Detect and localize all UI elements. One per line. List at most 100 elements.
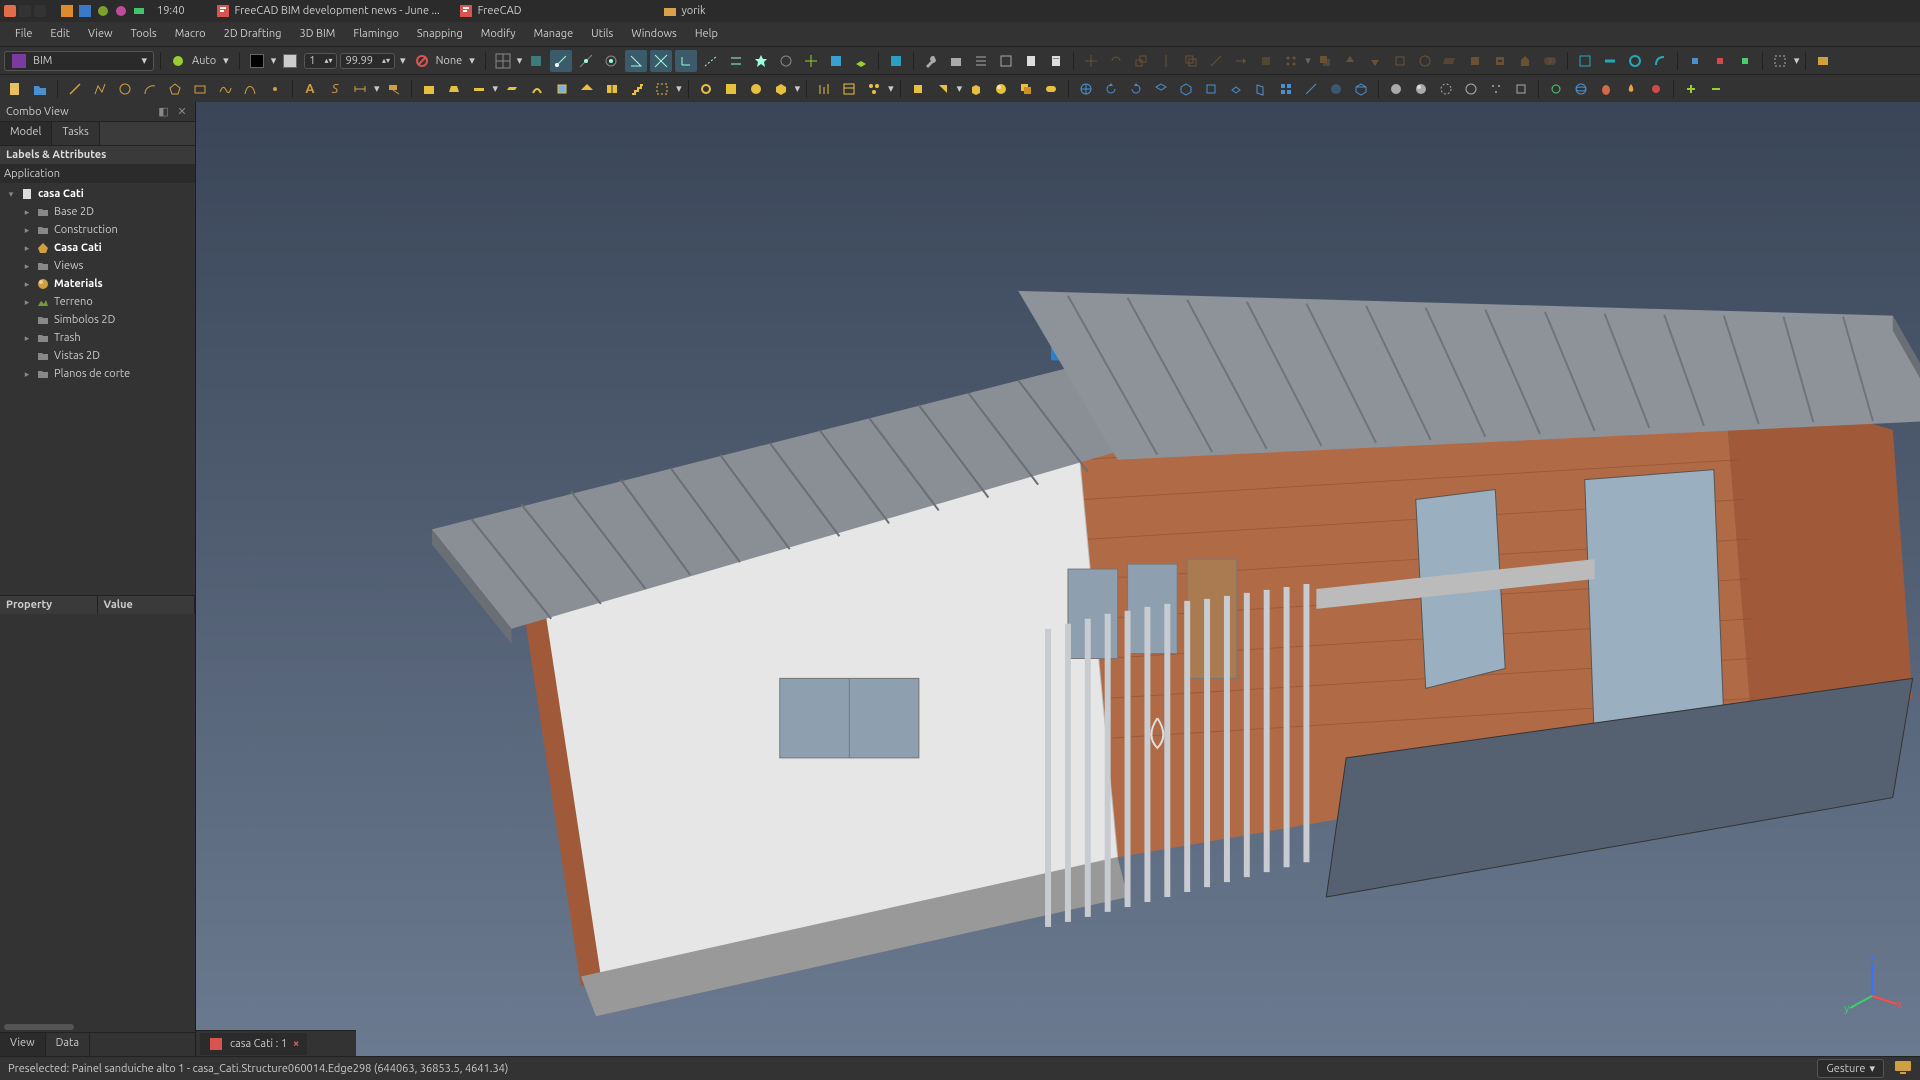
record-icon[interactable] (1645, 78, 1667, 100)
snap-extension-icon[interactable] (700, 50, 722, 72)
snap-wp-icon[interactable] (850, 50, 872, 72)
view-rotate-left-icon[interactable] (1100, 78, 1122, 100)
tree-row[interactable]: ▾casa Cati (0, 185, 195, 203)
tree-row[interactable]: Simbolos 2D (0, 311, 195, 329)
tab-data[interactable]: Data (46, 1033, 90, 1056)
tab-tasks[interactable]: Tasks (52, 122, 99, 145)
view-wireframe-icon[interactable] (1350, 78, 1372, 100)
workbench-select[interactable]: BIM ▾ (4, 51, 154, 71)
wm-min-icon[interactable] (19, 5, 31, 17)
view-rotate-right-icon[interactable] (1125, 78, 1147, 100)
menu-help[interactable]: Help (686, 25, 727, 43)
menu-flamingo[interactable]: Flamingo (344, 25, 408, 43)
move-icon[interactable] (1080, 50, 1102, 72)
group-icon[interactable] (1769, 50, 1791, 72)
mirror-icon[interactable] (1155, 50, 1177, 72)
tree-row[interactable]: ▸Materials (0, 275, 195, 293)
draft-point-icon[interactable] (264, 78, 286, 100)
draft-bspline-icon[interactable] (214, 78, 236, 100)
globe-icon[interactable] (1570, 78, 1592, 100)
snap-midpoint-icon[interactable] (575, 50, 597, 72)
bim-copy-icon[interactable] (1015, 78, 1037, 100)
stretch-icon[interactable] (1255, 50, 1277, 72)
bim-material-icon[interactable] (990, 78, 1012, 100)
downgrade-icon[interactable] (1364, 50, 1386, 72)
flamingo-turn-icon[interactable] (1649, 50, 1671, 72)
snap-endpoint-icon[interactable] (550, 50, 572, 72)
clone-icon[interactable] (1314, 50, 1336, 72)
transparency-stepper[interactable]: 99.99▴▾ (340, 53, 395, 69)
viewport-3d[interactable]: z x y casa Cati : 1 × (196, 102, 1920, 1056)
flame-icon[interactable] (1620, 78, 1642, 100)
bug-icon[interactable] (1595, 78, 1617, 100)
view-hidden-icon[interactable] (1435, 78, 1457, 100)
expand-arrow-icon[interactable]: ▸ (22, 225, 32, 236)
axis-gizmo[interactable]: z x y (1842, 956, 1902, 1016)
tray-icon[interactable] (95, 3, 111, 19)
wrench-icon[interactable] (920, 50, 942, 72)
bim-project-icon[interactable] (418, 78, 440, 100)
bim-slab-icon[interactable] (501, 78, 523, 100)
bim-survey-icon[interactable] (813, 78, 835, 100)
snap-perpendicular-icon[interactable] (675, 50, 697, 72)
flamingo-frame-icon[interactable] (1574, 50, 1596, 72)
draft-label-icon[interactable] (383, 78, 405, 100)
expand-arrow-icon[interactable]: ▸ (22, 243, 32, 254)
diff-icon[interactable] (1539, 50, 1561, 72)
expand-arrow-icon[interactable]: ▸ (22, 279, 32, 290)
snap-dimensions-icon[interactable] (825, 50, 847, 72)
menu-snapping[interactable]: Snapping (408, 25, 472, 43)
flamingo-pipe-icon[interactable] (1624, 50, 1646, 72)
bim-site-icon[interactable] (443, 78, 465, 100)
wp-top-icon[interactable] (1684, 50, 1706, 72)
draft2sketch-icon[interactable] (1414, 50, 1436, 72)
scrollbar[interactable] (0, 1022, 195, 1032)
fullscreen-icon[interactable] (1812, 50, 1834, 72)
bim-box-icon[interactable] (965, 78, 987, 100)
tray-icon[interactable] (77, 3, 93, 19)
doc2-icon[interactable] (1045, 50, 1067, 72)
doc-tab[interactable]: casa Cati : 1 × (200, 1033, 307, 1055)
tree-row[interactable]: ▸Base 2D (0, 203, 195, 221)
draft-polygon-icon[interactable] (164, 78, 186, 100)
panel-float-icon[interactable]: ◧ (156, 105, 170, 119)
snap-grid-icon[interactable] (492, 50, 514, 72)
menu-2d-drafting[interactable]: 2D Drafting (215, 25, 291, 43)
chevron-down-icon[interactable]: ▾ (1305, 54, 1311, 67)
bim-section-icon[interactable] (907, 78, 929, 100)
tree-row[interactable]: ▸Terreno (0, 293, 195, 311)
scale-icon[interactable] (1130, 50, 1152, 72)
zoom-in-icon[interactable] (1680, 78, 1702, 100)
bim-component-icon[interactable] (770, 78, 792, 100)
chevron-down-icon[interactable]: ▾ (676, 82, 682, 95)
bim-window-icon[interactable] (551, 78, 573, 100)
cut-plane-icon[interactable] (1439, 50, 1461, 72)
chevron-down-icon[interactable]: ▾ (465, 54, 479, 67)
tray-icon[interactable] (131, 3, 147, 19)
add-icon[interactable] (1464, 50, 1486, 72)
chevron-down-icon[interactable]: ▾ (271, 54, 277, 67)
offset-icon[interactable] (1180, 50, 1202, 72)
draft-rectangle-icon[interactable] (189, 78, 211, 100)
doc-icon[interactable] (1020, 50, 1042, 72)
draft-bezier-icon[interactable] (239, 78, 261, 100)
tray-icon[interactable] (59, 3, 75, 19)
tree-row[interactable]: ▸Views (0, 257, 195, 275)
chevron-down-icon[interactable]: ▾ (374, 82, 380, 95)
snap-near-icon[interactable] (775, 50, 797, 72)
chevron-down-icon[interactable]: ▾ (219, 54, 233, 67)
expand-arrow-icon[interactable]: ▸ (22, 261, 32, 272)
expand-arrow-icon[interactable]: ▸ (22, 369, 32, 380)
snap-ortho-icon[interactable] (800, 50, 822, 72)
tree-row[interactable]: Vistas 2D (0, 347, 195, 365)
menu-edit[interactable]: Edit (41, 25, 79, 43)
menu-view[interactable]: View (79, 25, 122, 43)
bim-frame-icon[interactable] (720, 78, 742, 100)
panel-close-icon[interactable]: ✕ (175, 105, 189, 119)
bim-section2-icon[interactable] (932, 78, 954, 100)
bim-toggle-icon[interactable] (1040, 78, 1062, 100)
tree-row[interactable]: ▸Casa Cati (0, 239, 195, 257)
taskbar-item[interactable]: yorik (654, 1, 714, 21)
draft-arc-icon[interactable] (139, 78, 161, 100)
array-icon[interactable] (1280, 50, 1302, 72)
